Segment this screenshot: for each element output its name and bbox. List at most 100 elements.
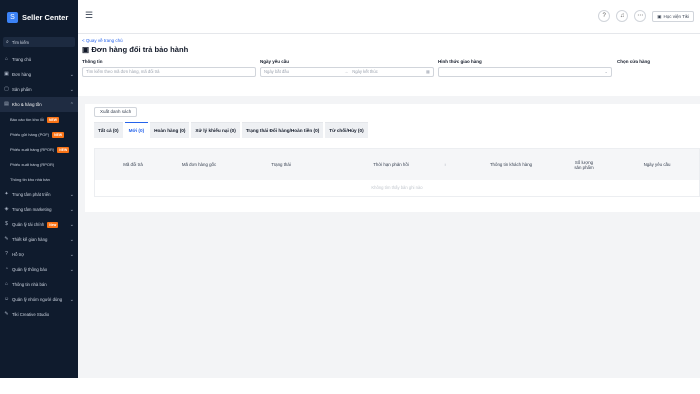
page-header: < Quay về trang chủ ▣ Đơn hàng đổi trả b… [78, 34, 700, 96]
date-end-placeholder: Ngày kết thúc [352, 69, 378, 74]
wallet-icon: $ [5, 221, 8, 227]
returns-card: Xuất danh sách Tất cả (0) Mới (0) Hoàn h… [85, 104, 700, 212]
tab-returned[interactable]: Hoàn hàng (0) [150, 122, 190, 138]
sidebar-item-marketing[interactable]: ◈ Trung tâm marketing ⌄ [0, 202, 78, 217]
bell-icon[interactable]: ♫ [616, 10, 629, 22]
sidebar-item-user-groups[interactable]: ☺ Quản lý nhóm người dùng ⌄ [0, 292, 78, 307]
tab-all[interactable]: Tất cả (0) [94, 122, 123, 138]
back-link[interactable]: < Quay về trang chủ [82, 38, 123, 43]
app-window: S Seller Center ⌕ Tìm kiếm ⌂ Trang chủ ▣… [0, 0, 700, 378]
sidebar-item-seller-info[interactable]: ⌂ Thông tin nhà bán [0, 277, 78, 292]
filter-delivery-label: Hình thức giao hàng [438, 59, 482, 64]
sidebar-item-label: Trung tâm phát triển [12, 192, 51, 197]
growth-icon: ✦ [4, 191, 9, 197]
returns-table: Mã đổi trả Mã đơn hàng gốc Trạng thái Th… [94, 148, 700, 197]
sidebar-item-label: Quản lý nhóm người dùng [12, 297, 63, 302]
sidebar-item-home[interactable]: ⌂ Trang chủ [0, 52, 78, 67]
brand[interactable]: S Seller Center [0, 0, 78, 34]
chevron-down-icon: ⌄ [69, 266, 74, 273]
export-list-button[interactable]: Xuất danh sách [94, 107, 138, 117]
sidebar-subitem-pof[interactable]: Phiếu gửi hàng (POF) NEW [0, 127, 78, 142]
bell-icon: ◔ [4, 266, 9, 272]
sidebar-item-creative-studio[interactable]: ✎ Tiki Creative Studio [0, 307, 78, 322]
megaphone-icon: ◈ [4, 206, 9, 212]
sidebar-subitem-label: Phiếu gửi hàng (POF) [10, 132, 50, 137]
sidebar-item-store-design[interactable]: ✎ Thiết kế gian hàng ⌄ [0, 232, 78, 247]
chevron-down-icon: ⌄ [69, 221, 74, 228]
column-header: Số lượng sản phẩm [574, 159, 594, 170]
sort-icon[interactable]: ↕ [444, 162, 446, 167]
chevron-down-icon: ⌄ [69, 296, 74, 303]
sidebar-subitem-rpor-new[interactable]: Phiếu xuất hàng (RPOR) NEW [0, 142, 78, 157]
brand-logo-icon: S [7, 11, 18, 23]
delivery-method-select[interactable]: ⌄ [438, 67, 612, 77]
sidebar-search[interactable]: ⌕ Tìm kiếm [3, 37, 75, 47]
info-search-placeholder: Tìm kiếm theo mã đơn hàng, mã đổi trả [86, 69, 160, 74]
more-icon[interactable]: ⋯ [634, 10, 647, 22]
hamburger-menu-icon[interactable]: ☰ [85, 10, 93, 21]
table-header: Mã đổi trả Mã đơn hàng gốc Trạng thái Th… [95, 149, 699, 180]
sidebar-item-products[interactable]: ▢ Sản phẩm ⌄ [0, 82, 78, 97]
chevron-down-icon: ⌄ [69, 206, 74, 213]
new-badge: NEW [52, 131, 65, 138]
users-icon: ☺ [4, 296, 10, 302]
search-icon: ⌕ [6, 39, 9, 45]
top-bar-actions: ? ♫ ⋯ ▣ Học viện Tiki [598, 10, 694, 22]
new-badge: NEW [47, 116, 59, 123]
sidebar-item-label: Sản phẩm [12, 87, 32, 92]
page-title-text: Đơn hàng đổi trả bảo hành [91, 45, 189, 54]
chevron-down-icon: ⌄ [69, 71, 74, 78]
sidebar-item-label: Tiki Creative Studio [12, 312, 50, 317]
sidebar-item-label: Đơn hàng [12, 72, 32, 77]
sidebar-item-label: Quản lý tài chính [12, 222, 45, 227]
academy-button[interactable]: ▣ Học viện Tiki [652, 10, 694, 22]
chevron-down-icon: ⌄ [604, 69, 608, 74]
search-placeholder: Tìm kiếm [11, 39, 30, 45]
sidebar-item-notifications[interactable]: ◔ Quản lý thông báo ⌄ [0, 262, 78, 277]
sidebar-subitem-label: Thông tin kho nhà bán [10, 177, 50, 182]
sidebar-item-label: Kho & hàng tồn [12, 102, 42, 107]
status-tabs: Tất cả (0) Mới (0) Hoàn hàng (0) Xử lý k… [94, 122, 368, 138]
sidebar-item-finance[interactable]: $ Quản lý tài chính New ⌄ [0, 217, 78, 232]
help-icon: ? [5, 251, 8, 257]
tab-new[interactable]: Mới (0) [124, 122, 149, 138]
column-header-label: Thời hạn phản hồi [373, 162, 409, 167]
home-icon: ⌂ [4, 56, 9, 62]
brand-name: Seller Center [22, 12, 69, 22]
column-header: Mã đơn hàng gốc [181, 162, 217, 167]
book-icon: ▣ [657, 13, 662, 19]
info-search-input[interactable]: Tìm kiếm theo mã đơn hàng, mã đổi trả [82, 67, 256, 77]
sidebar-item-label: Trung tâm marketing [12, 207, 52, 212]
academy-button-label: Học viện Tiki [663, 13, 689, 19]
chevron-down-icon: ⌄ [69, 191, 74, 198]
brush-icon: ✎ [4, 236, 9, 242]
chevron-down-icon: ⌄ [69, 236, 74, 243]
sidebar-item-orders[interactable]: ▣ Đơn hàng ⌄ [0, 67, 78, 82]
new-badge: New [47, 221, 59, 228]
return-icon: ▣ [82, 45, 90, 54]
sidebar-item-support[interactable]: ? Hỗ trợ ⌄ [0, 247, 78, 262]
tab-rejected[interactable]: Từ chối/Hủy (0) [325, 122, 368, 138]
sidebar-item-growth[interactable]: ✦ Trung tâm phát triển ⌄ [0, 187, 78, 202]
cart-icon: ▣ [4, 71, 9, 77]
top-bar: ☰ ? ♫ ⋯ ▣ Học viện Tiki [78, 0, 700, 34]
sidebar-subitem-inventory-report[interactable]: Báo cáo tồn kho lỗi NEW [0, 112, 78, 127]
sidebar-subitem-seller-warehouse[interactable]: Thông tin kho nhà bán [0, 172, 78, 187]
sidebar-item-inventory[interactable]: ▤ Kho & hàng tồn ⌃ [0, 97, 78, 112]
date-range-picker[interactable]: Ngày bắt đầu → Ngày kết thúc ▦ [260, 67, 434, 77]
tab-complaints[interactable]: Xử lý khiếu nại (0) [191, 122, 240, 138]
sidebar-subitem-label: Phiếu xuất hàng (RPOR) [10, 162, 55, 167]
help-icon[interactable]: ? [598, 10, 611, 22]
sidebar-subitem-rpor[interactable]: Phiếu xuất hàng (RPOR) [0, 157, 78, 172]
column-header: Mã đổi trả [123, 162, 143, 167]
page-title: ▣ Đơn hàng đổi trả bảo hành [82, 45, 188, 54]
chevron-down-icon: ⌄ [69, 251, 74, 258]
sidebar-item-label: Thông tin nhà bán [12, 282, 47, 287]
tab-exchange-refund[interactable]: Trạng thái Đổi hàng/Hoàn tiền (0) [241, 122, 324, 138]
column-header-sortable[interactable]: Thời hạn phản hồi ↕ [333, 149, 449, 180]
sidebar-item-label: Quản lý thông báo [12, 267, 48, 272]
store-icon: ⌂ [4, 281, 9, 287]
filter-store-label: Chọn cửa hàng [617, 59, 651, 64]
filter-date-label: Ngày yêu cầu [260, 59, 290, 64]
date-start-placeholder: Ngày bắt đầu [264, 69, 289, 74]
